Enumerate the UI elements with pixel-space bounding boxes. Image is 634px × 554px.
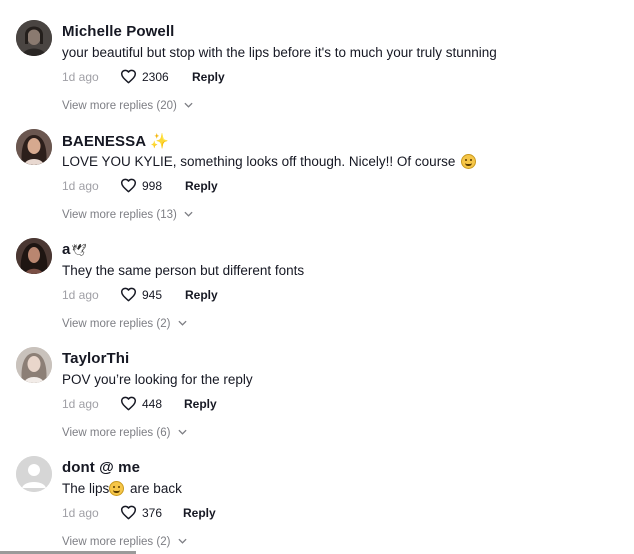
chevron-down-icon <box>184 102 193 108</box>
reply-button[interactable]: Reply <box>185 288 218 302</box>
view-more-replies-link[interactable]: View more replies (13) <box>62 209 193 221</box>
avatar[interactable] <box>16 347 52 383</box>
comment-item: dont @ me The lips are back 1d ago 376 R… <box>0 439 634 548</box>
username-text: BAENESSA <box>62 133 147 150</box>
comment-time: 1d ago <box>62 506 99 520</box>
reply-button[interactable]: Reply <box>183 506 216 520</box>
comment-body: LOVE YOU KYLIE, something looks off thou… <box>62 154 456 169</box>
comment-body: They the same person but different fonts <box>62 263 305 278</box>
comment-body: POV you’re looking for the reply <box>62 372 253 387</box>
comment-text: your beautiful but stop with the lips be… <box>62 45 497 60</box>
heart-outline-icon[interactable] <box>120 505 137 520</box>
reply-button[interactable]: Reply <box>185 179 218 193</box>
reply-button[interactable]: Reply <box>184 397 217 411</box>
view-replies-label: View more replies (20) <box>62 100 177 112</box>
view-more-replies-link[interactable]: View more replies (2) <box>62 318 187 330</box>
comment-text: LOVE YOU KYLIE, something looks off thou… <box>62 154 478 169</box>
view-more-replies-link[interactable]: View more replies (2) <box>62 536 187 548</box>
avatar[interactable] <box>16 456 52 492</box>
smiling-face-emoji-icon <box>461 154 477 169</box>
heart-outline-icon[interactable] <box>120 287 137 302</box>
chevron-down-icon <box>184 211 193 217</box>
heart-outline-icon[interactable] <box>120 69 137 84</box>
view-replies-label: View more replies (13) <box>62 209 177 221</box>
heart-outline-icon[interactable] <box>120 396 137 411</box>
comment-body-suffix: are back <box>130 481 182 496</box>
avatar[interactable] <box>16 129 52 165</box>
comment-body: The lips <box>62 481 110 496</box>
like-count: 376 <box>142 506 163 520</box>
comment-text: POV you’re looking for the reply <box>62 372 253 387</box>
sparkle-badge-icon: ✨ <box>150 133 169 150</box>
comment-time: 1d ago <box>62 179 99 193</box>
comment-username[interactable]: dont @ me <box>62 459 140 476</box>
comment-time: 1d ago <box>62 288 99 302</box>
view-replies-label: View more replies (2) <box>62 318 171 330</box>
comment-time: 1d ago <box>62 70 99 84</box>
like-count: 998 <box>142 179 163 193</box>
like-count: 448 <box>142 397 163 411</box>
chevron-down-icon <box>178 538 187 544</box>
username-text: dont @ me <box>62 459 141 476</box>
comment-item: TaylorThi POV you’re looking for the rep… <box>0 330 634 439</box>
comment-time: 1d ago <box>62 397 99 411</box>
avatar[interactable] <box>16 20 52 56</box>
view-replies-label: View more replies (6) <box>62 427 171 439</box>
view-more-replies-link[interactable]: View more replies (6) <box>62 427 187 439</box>
comment-item: Michelle Powell your beautiful but stop … <box>0 3 634 112</box>
comment-body: your beautiful but stop with the lips be… <box>62 45 497 60</box>
comment-item: BAENESSA ✨ LOVE YOU KYLIE, something look… <box>0 112 634 221</box>
comment-text: They the same person but different fonts <box>62 263 304 278</box>
username-text: Michelle Powell <box>62 23 175 40</box>
view-more-replies-link[interactable]: View more replies (20) <box>62 100 193 112</box>
woman-portrait-avatar-icon <box>16 129 52 165</box>
comment-item: a🕊 They the same person but different fo… <box>0 221 634 330</box>
dove-badge-icon: 🕊 <box>71 243 87 257</box>
view-replies-label: View more replies (2) <box>62 536 171 548</box>
username-text: a <box>62 241 71 258</box>
default-user-avatar-icon <box>16 456 52 492</box>
chevron-down-icon <box>178 429 187 435</box>
comment-text: The lips are back <box>62 481 182 496</box>
dark-portrait-avatar-icon <box>16 20 52 56</box>
light-portrait-avatar-icon <box>16 347 52 383</box>
comment-username[interactable]: BAENESSA ✨ <box>62 132 169 150</box>
comment-username[interactable]: a🕊 <box>62 241 87 258</box>
reply-button[interactable]: Reply <box>192 70 225 84</box>
comment-username[interactable]: TaylorThi <box>62 350 129 367</box>
woman-portrait-avatar-icon <box>16 238 52 274</box>
heart-outline-icon[interactable] <box>120 178 137 193</box>
avatar[interactable] <box>16 238 52 274</box>
comment-username[interactable]: Michelle Powell <box>62 23 174 40</box>
comment-list: Michelle Powell your beautiful but stop … <box>0 0 634 554</box>
username-text: TaylorThi <box>62 350 130 367</box>
chevron-down-icon <box>178 320 187 326</box>
like-count: 2306 <box>142 70 169 84</box>
grinning-face-emoji-icon <box>109 481 125 496</box>
like-count: 945 <box>142 288 163 302</box>
